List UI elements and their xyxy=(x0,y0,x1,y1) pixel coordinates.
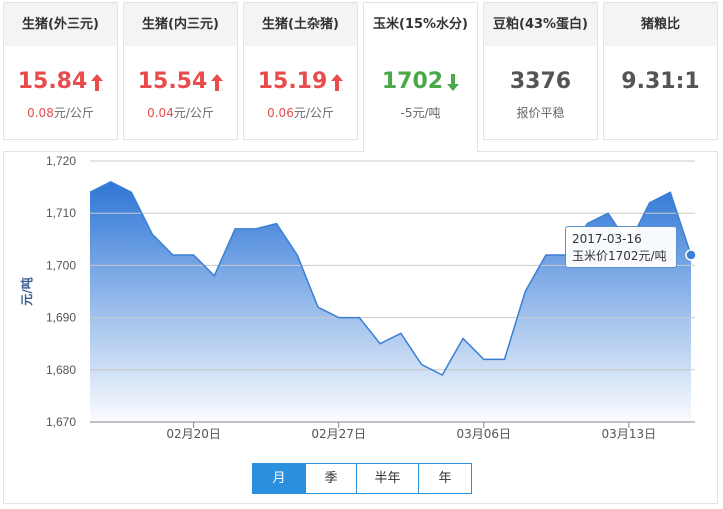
tooltip-value: 玉米价1702元/吨 xyxy=(572,249,667,263)
tooltip-date: 2017-03-16 xyxy=(572,232,642,246)
area-fill xyxy=(90,181,691,422)
card-title: 玉米(15%水分) xyxy=(364,3,477,46)
range-tab-halfyear[interactable]: 半年 xyxy=(357,464,419,493)
x-tick-label: 02月20日 xyxy=(166,427,221,441)
highlight-point xyxy=(685,249,697,261)
y-axis-title: 元/吨 xyxy=(19,277,34,305)
chart-tooltip: 2017-03-16 玉米价1702元/吨 xyxy=(565,226,677,268)
range-tab-month[interactable]: 月 xyxy=(253,464,306,493)
arrow-down-icon xyxy=(447,73,460,91)
y-tick-label: 1,690 xyxy=(46,311,76,325)
y-tick-label: 1,710 xyxy=(46,206,76,220)
x-tick-label: 02月27日 xyxy=(311,427,366,441)
x-tick-label: 03月13日 xyxy=(602,427,657,441)
card-change: -5元/吨 xyxy=(364,104,477,121)
card-price: 1702 xyxy=(364,69,477,95)
y-tick-label: 1,720 xyxy=(46,154,76,168)
y-tick-label: 1,670 xyxy=(46,415,76,429)
x-tick-label: 03月06日 xyxy=(456,427,511,441)
y-tick-label: 1,680 xyxy=(46,363,76,377)
card-price-value: 1702 xyxy=(381,69,444,94)
card-change-unit: 元/吨 xyxy=(412,106,441,120)
range-tabs: 月季半年年 xyxy=(252,463,472,494)
corn-card[interactable]: 玉米(15%水分) 1702 -5元/吨 xyxy=(363,2,478,153)
range-tab-year[interactable]: 年 xyxy=(419,464,471,493)
range-tab-quarter[interactable]: 季 xyxy=(306,464,357,493)
y-tick-label: 1,700 xyxy=(46,258,76,272)
card-change-value: -5 xyxy=(400,106,413,120)
